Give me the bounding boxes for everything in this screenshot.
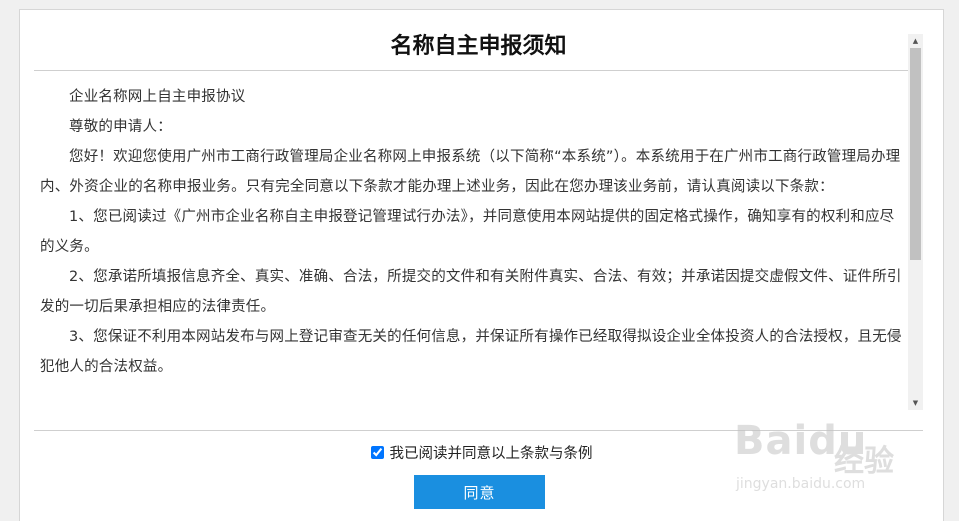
dialog-title: 名称自主申报须知 [34,24,923,71]
agree-checkbox[interactable] [370,445,384,459]
watermark-text: 经验 [834,444,894,479]
baidu-jingyan-watermark: Baidu 经验 jingyan.baidu.com [734,418,934,500]
terms-paragraph: 3、您保证不利用本网站发布与网上登记审查无关的任何信息，并保证所有操作已经取得拟… [40,329,902,375]
terms-content: 企业名称网上自主申报协议 尊敬的申请人： 您好！欢迎您使用广州市工商行政管理局企… [40,82,906,412]
agree-checkbox-label: 我已阅读并同意以上条款与条例 [389,445,593,462]
watermark-url: jingyan.baidu.com [736,476,866,492]
terms-paragraph: 您好！欢迎您使用广州市工商行政管理局企业名称网上申报系统（以下简称“本系统”）。… [40,149,901,195]
terms-paragraph: 2、您承诺所填报信息齐全、真实、准确、合法，所提交的文件和有关附件真实、合法、有… [40,269,902,315]
terms-paragraph: 1、您已阅读过《广州市企业名称自主申报登记管理试行办法》，并同意使用本网站提供的… [40,209,895,255]
terms-paragraph: 尊敬的申请人： [69,119,172,135]
agree-button[interactable]: 同意 [414,475,545,509]
scroll-up-icon[interactable]: ▲ [908,34,923,48]
terms-paragraph: 企业名称网上自主申报协议 [69,89,246,105]
content-scrollbar[interactable]: ▲ ▼ [908,34,923,410]
scroll-down-icon[interactable]: ▼ [908,396,923,410]
scroll-thumb[interactable] [910,48,921,260]
